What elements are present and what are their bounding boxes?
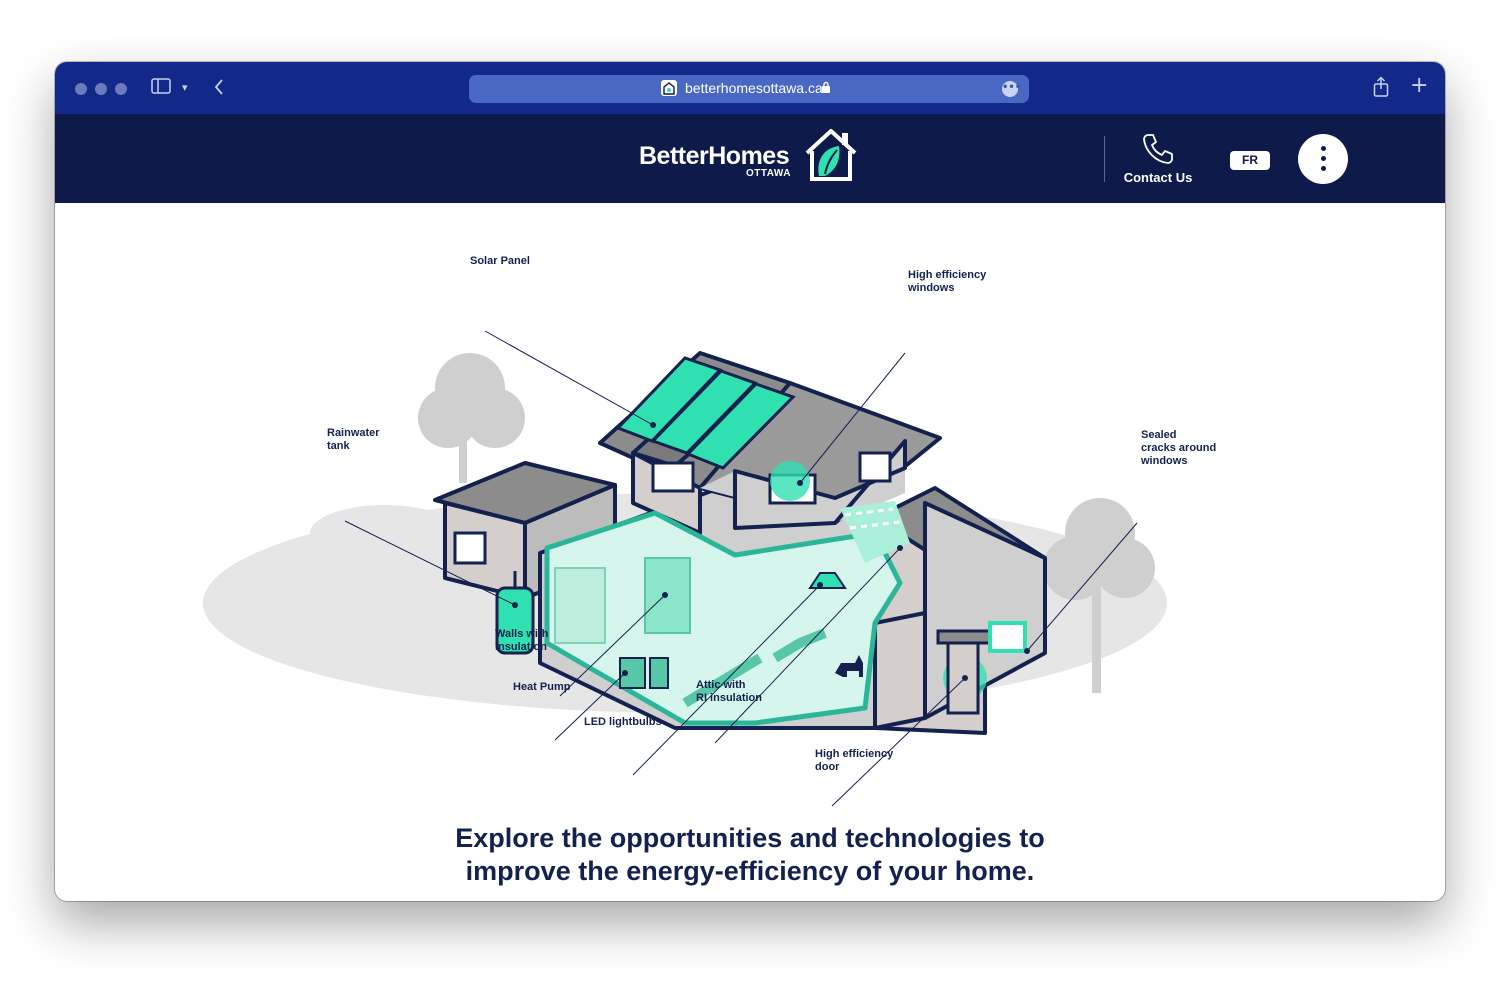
language-toggle-button[interactable]: FR [1230,151,1270,170]
more-options-icon[interactable]: ••• [1002,81,1021,97]
label-heat-pump[interactable]: Heat Pump [513,681,570,694]
phone-icon [1143,134,1173,164]
sidebar-toggle-icon[interactable] [151,78,171,99]
site-header: BetterHomes OTTAWA Contact Us FR [55,114,1445,203]
lock-icon [821,81,831,97]
label-sealed-cracks[interactable]: Sealed cracks around windows [1141,429,1216,468]
site-favicon-icon [661,80,677,96]
label-walls-insulation[interactable]: Walls with insulation [495,628,548,654]
browser-toolbar: ▾ betterhomesottawa.ca ••• + [55,62,1445,114]
tree-left [418,353,525,483]
url-text: betterhomesottawa.ca [685,80,823,96]
sealed-window [988,621,1027,653]
zoom-window-button[interactable] [115,83,127,95]
logo-wordmark: BetterHomes [639,142,790,170]
chevron-down-icon[interactable]: ▾ [182,78,188,98]
share-icon[interactable] [1373,76,1389,103]
label-led-lightbulbs[interactable]: LED lightbulbs [584,716,662,729]
house-logo-icon [805,129,857,181]
label-solar-panel[interactable]: Solar Panel [470,255,530,268]
menu-dots-icon [1321,146,1326,151]
page-headline: Explore the opportunities and technologi… [350,822,1150,888]
minimize-window-button[interactable] [95,83,107,95]
address-bar[interactable]: betterhomesottawa.ca ••• [469,75,1029,103]
menu-button[interactable] [1298,134,1348,184]
label-high-efficiency-windows[interactable]: High efficiency windows [908,269,986,295]
back-arrow-icon[interactable] [213,78,225,101]
new-tab-plus-icon[interactable]: + [1410,75,1428,97]
label-high-efficiency-door[interactable]: High efficiency door [815,748,893,774]
close-window-button[interactable] [75,83,87,95]
energy-efficient-house-illustration [203,330,1167,807]
header-divider [1104,136,1105,182]
headline-line-2: improve the energy-efficiency of your ho… [465,856,1035,886]
contact-us-label: Contact Us [1123,170,1193,185]
logo-city: OTTAWA [746,168,792,179]
label-rainwater-tank[interactable]: Rainwater tank [327,427,380,453]
headline-line-1: Explore the opportunities and technologi… [455,823,1045,853]
browser-window: ▾ betterhomesottawa.ca ••• + BetterHomes… [55,62,1445,901]
label-attic-insulation[interactable]: Attic with RI insulation [696,679,762,705]
